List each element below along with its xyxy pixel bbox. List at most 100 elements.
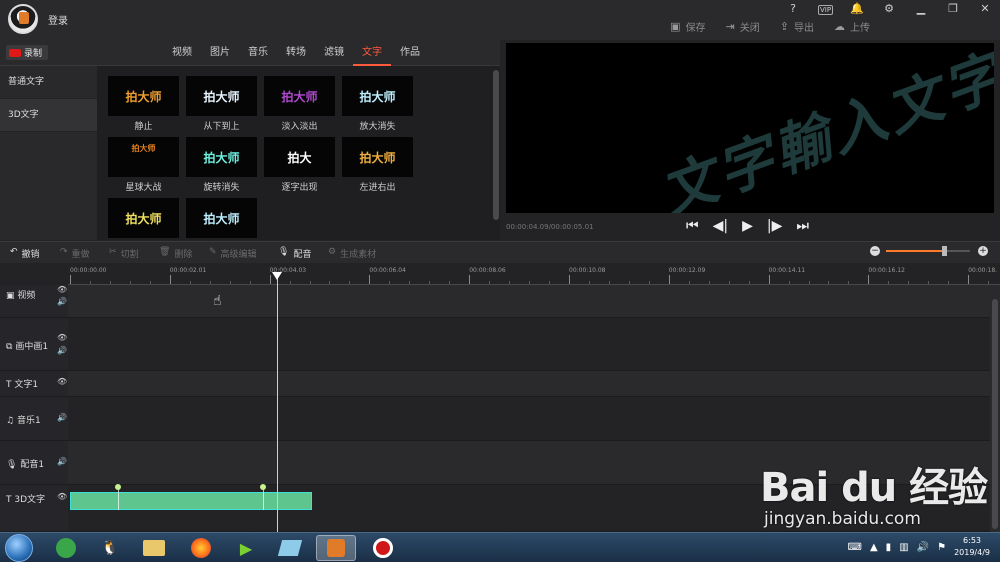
export-button[interactable]: ⇪ 导出	[780, 19, 814, 34]
track-header: ⧉ 画中画1 👁 🔊	[0, 318, 68, 371]
track-pip: ⧉ 画中画1 👁 🔊	[0, 318, 990, 371]
zoom-in-icon[interactable]: +	[978, 246, 988, 256]
taskbar-app-paidashi-icon[interactable]	[316, 535, 356, 561]
track-lane[interactable]	[68, 397, 990, 441]
zoom-out-icon[interactable]: −	[870, 246, 880, 256]
delete-button[interactable]: 🗑 删除	[159, 247, 192, 260]
text-category-list: 普通文字 3D文字	[0, 66, 97, 240]
gallery-scrollbar[interactable]	[493, 70, 499, 220]
tab-filter[interactable]: 滤镜	[315, 40, 353, 66]
ruler-tick-label: 00:00:08.06	[469, 267, 506, 274]
eye-icon[interactable]: 👁	[57, 285, 67, 294]
tray-expand-icon[interactable]: ▲	[870, 542, 878, 553]
restore-icon[interactable]: ❐	[946, 2, 960, 15]
effect-thumbnail[interactable]: 拍大师 左进右出	[342, 137, 413, 193]
tab-music[interactable]: 音乐	[239, 40, 277, 66]
keyboard-icon[interactable]: ⌨	[848, 542, 862, 553]
timeline-zoom: − +	[868, 246, 992, 260]
save-button[interactable]: ▣ 保存	[670, 19, 705, 34]
app-logo[interactable]	[8, 4, 38, 34]
advanced-edit-button[interactable]: ✎ 高级编辑	[209, 247, 257, 260]
generate-button[interactable]: ⚙ 生成素材	[328, 247, 376, 260]
flag-icon[interactable]: ⚑	[937, 542, 946, 553]
minimize-icon[interactable]: ▁	[914, 2, 928, 15]
close-window-icon[interactable]: ✕	[978, 2, 992, 15]
step-back-icon[interactable]: ◀|	[713, 218, 728, 234]
keyframe-marker[interactable]	[115, 484, 121, 490]
speaker-icon[interactable]: 🔊	[57, 297, 67, 306]
zoom-slider-handle[interactable]	[941, 246, 947, 256]
cut-button[interactable]: ✂ 切割	[109, 247, 139, 260]
playhead-line[interactable]	[277, 272, 278, 532]
watermark-logo: Bai du 经验	[760, 465, 988, 511]
effect-thumbnail[interactable]: 拍大师 放大消失	[342, 76, 413, 132]
effect-thumbnail[interactable]: 拍大师 旋转消失	[186, 137, 257, 193]
close-icon: ⇥	[725, 20, 735, 33]
effect-label: 逐字出现	[281, 183, 318, 193]
effect-thumbnail[interactable]: 拍大师	[186, 198, 257, 240]
media-tabs: 视频 图片 音乐 转场 滤镜 文字 作品	[163, 40, 429, 66]
taskbar-app-firefox-icon[interactable]	[181, 535, 221, 561]
effect-thumbnail[interactable]: 拍大师 静止	[108, 76, 179, 132]
volume-icon[interactable]: 🔊	[917, 542, 929, 553]
effect-thumbnail[interactable]: 拍大师	[108, 198, 179, 240]
speaker-icon[interactable]: 🔊	[57, 413, 67, 422]
track-lane[interactable]	[68, 285, 990, 318]
keyframe-marker[interactable]	[260, 484, 266, 490]
undo-button[interactable]: ↶ 撤销	[10, 247, 40, 260]
taskbar-app-refresh-icon[interactable]	[46, 535, 86, 561]
taskbar-app-record-icon[interactable]	[363, 535, 403, 561]
track-lane[interactable]	[68, 318, 990, 371]
skip-to-start-icon[interactable]: ⏮	[686, 218, 699, 234]
vip-icon[interactable]: VIP	[818, 2, 834, 15]
login-button[interactable]: 登录	[48, 12, 68, 27]
eye-icon[interactable]: 👁	[57, 492, 67, 501]
category-3d-text[interactable]: 3D文字	[0, 99, 97, 132]
redo-button[interactable]: ↷ 重做	[60, 247, 90, 260]
effect-thumbnail[interactable]: 拍大师 星球大战	[108, 137, 179, 193]
play-icon[interactable]: ▶	[742, 218, 753, 234]
timeline-ruler[interactable]: 00:00:00.00 00:00:02.01 00:00:04.03 00:00:0…	[68, 264, 1000, 285]
tab-works[interactable]: 作品	[391, 40, 429, 66]
ruler-tick	[469, 275, 471, 284]
effect-preview: 拍大师	[186, 198, 257, 238]
timeline-scrollbar[interactable]	[990, 285, 1000, 532]
taskbar-app-note-icon[interactable]	[270, 535, 310, 561]
playhead-handle[interactable]	[272, 272, 282, 280]
battery-icon[interactable]: ▮	[886, 542, 892, 553]
eye-icon[interactable]: 👁	[57, 377, 67, 386]
clock[interactable]: 6:53 2019/4/9	[954, 535, 990, 559]
3d-text-clip[interactable]	[70, 492, 312, 510]
taskbar-app-folder-icon[interactable]	[134, 535, 174, 561]
tab-text[interactable]: 文字	[353, 40, 391, 66]
eye-icon[interactable]: 👁	[57, 333, 67, 342]
close-button[interactable]: ⇥ 关闭	[726, 19, 760, 34]
start-button[interactable]	[5, 534, 33, 562]
ruler-tick-label: 00:00:00.00	[70, 267, 107, 274]
effect-label: 静止	[134, 122, 153, 132]
track-lane[interactable]	[68, 371, 990, 397]
speaker-icon[interactable]: 🔊	[57, 346, 67, 355]
taskbar-app-qq-icon[interactable]: 🐧	[90, 535, 130, 561]
category-plain-text[interactable]: 普通文字	[0, 66, 97, 99]
skip-to-end-icon[interactable]: ⏭	[796, 218, 809, 234]
upload-button[interactable]: ☁ 上传	[834, 19, 870, 34]
effect-thumbnail[interactable]: 拍大师 从下到上	[186, 76, 257, 132]
bell-icon[interactable]: 🔔	[850, 2, 864, 15]
gear-icon[interactable]: ⚙	[882, 2, 896, 15]
effect-thumbnail[interactable]: 拍大 逐字出现	[264, 137, 335, 193]
tab-video[interactable]: 视频	[163, 40, 201, 66]
effect-thumbnail[interactable]: 拍大师 淡入淡出	[264, 76, 335, 132]
speaker-icon[interactable]: 🔊	[57, 457, 67, 466]
mic-icon: 🎙	[278, 247, 290, 257]
scissors-icon: ✂	[109, 247, 117, 257]
gear-icon: ⚙	[328, 247, 337, 257]
taskbar-app-player-icon[interactable]: ▶	[226, 535, 266, 561]
step-forward-icon[interactable]: |▶	[767, 218, 782, 234]
network-icon[interactable]: ▥	[899, 542, 908, 553]
dub-button[interactable]: 🎙 配音	[278, 247, 311, 260]
help-icon[interactable]: ?	[786, 2, 800, 15]
tab-image[interactable]: 图片	[201, 40, 239, 66]
tab-transition[interactable]: 转场	[277, 40, 315, 66]
record-button[interactable]: 录制	[6, 45, 48, 60]
